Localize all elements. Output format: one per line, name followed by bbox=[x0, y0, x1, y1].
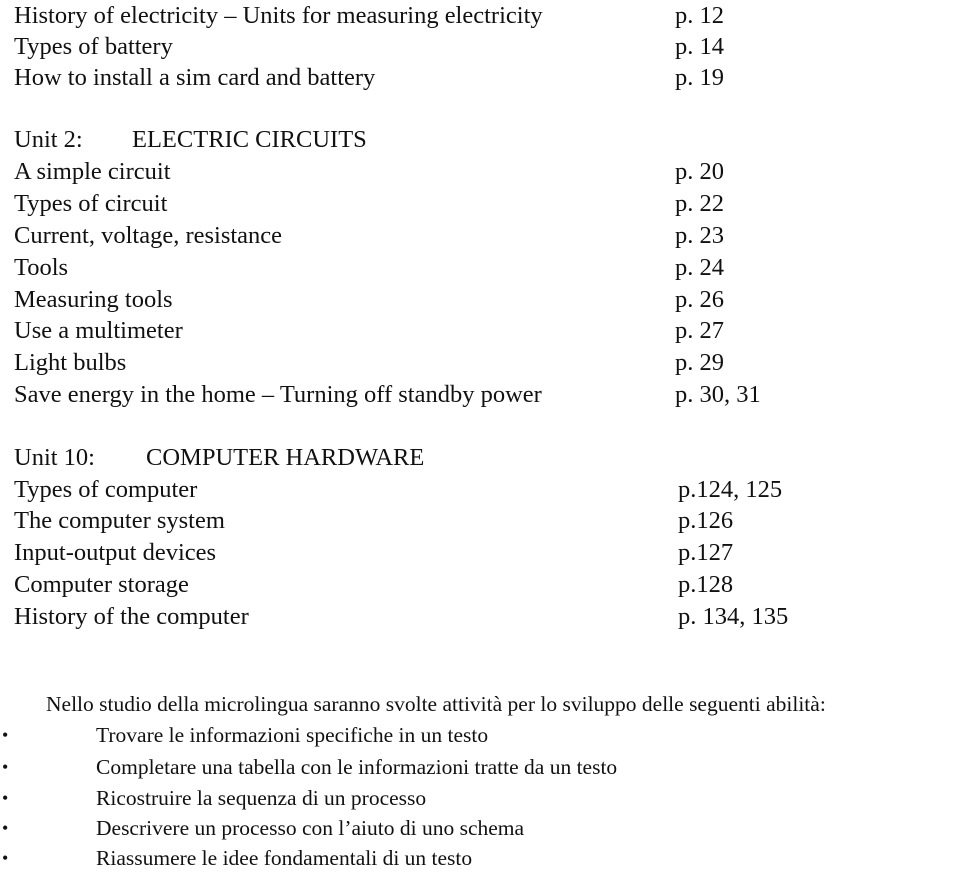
toc-page-number: p. 30, 31 bbox=[675, 381, 761, 408]
skills-intro: Nello studio della microlingua saranno s… bbox=[46, 692, 826, 716]
toc-topic: Current, voltage, resistance bbox=[14, 222, 283, 249]
toc-topic: Types of battery bbox=[14, 33, 173, 60]
skill-text: Completare una tabella con le informazio… bbox=[96, 755, 618, 779]
toc-topic: Use a multimeter bbox=[14, 317, 183, 344]
toc-page-number: p. 134, 135 bbox=[678, 603, 789, 630]
toc-topic: Save energy in the home – Turning off st… bbox=[14, 381, 542, 408]
toc-topic: The computer system bbox=[14, 507, 225, 534]
bullet-icon: • bbox=[2, 788, 9, 808]
unit-label: Unit 2: bbox=[14, 126, 83, 153]
toc-topic: Types of computer bbox=[14, 476, 198, 503]
toc-page-number: p. 22 bbox=[675, 190, 724, 217]
toc-topic: Measuring tools bbox=[14, 286, 173, 313]
unit-title: ELECTRIC CIRCUITS bbox=[132, 126, 367, 153]
toc-page-number: p.127 bbox=[678, 539, 734, 566]
toc-topic: How to install a sim card and battery bbox=[14, 64, 376, 91]
toc-page-number: p.128 bbox=[678, 571, 734, 598]
unit-label: Unit 10: bbox=[14, 444, 95, 471]
bullet-icon: • bbox=[2, 818, 9, 838]
toc-page-number: p. 24 bbox=[675, 254, 724, 281]
toc-topic: Input-output devices bbox=[14, 539, 217, 566]
toc-topic: History of electricity – Units for measu… bbox=[14, 2, 543, 29]
toc-page-number: p.126 bbox=[678, 507, 734, 534]
bullet-icon: • bbox=[2, 725, 9, 745]
toc-topic: Tools bbox=[14, 254, 69, 281]
toc-topic: History of the computer bbox=[14, 603, 249, 630]
skill-text: Trovare le informazioni specifiche in un… bbox=[96, 723, 489, 747]
toc-page-number: p. 23 bbox=[675, 222, 724, 249]
skill-text: Ricostruire la sequenza di un processo bbox=[96, 786, 427, 810]
unit-title: COMPUTER HARDWARE bbox=[146, 444, 425, 471]
toc-page-number: p. 20 bbox=[675, 158, 724, 185]
toc-topic: Computer storage bbox=[14, 571, 189, 598]
toc-topic: Types of circuit bbox=[14, 190, 168, 217]
skill-text: Descrivere un processo con l’aiuto di un… bbox=[96, 816, 525, 840]
toc-page-number: p. 26 bbox=[675, 286, 724, 313]
toc-page-number: p. 19 bbox=[675, 64, 724, 91]
toc-page-number: p. 14 bbox=[675, 33, 724, 60]
toc-topic: A simple circuit bbox=[14, 158, 171, 185]
toc-page-number: p. 12 bbox=[675, 2, 724, 29]
toc-page-number: p. 29 bbox=[675, 349, 724, 376]
toc-topic: Light bulbs bbox=[14, 349, 127, 376]
toc-page-number: p.124, 125 bbox=[678, 476, 783, 503]
toc-page-number: p. 27 bbox=[675, 317, 724, 344]
bullet-icon: • bbox=[2, 757, 9, 777]
